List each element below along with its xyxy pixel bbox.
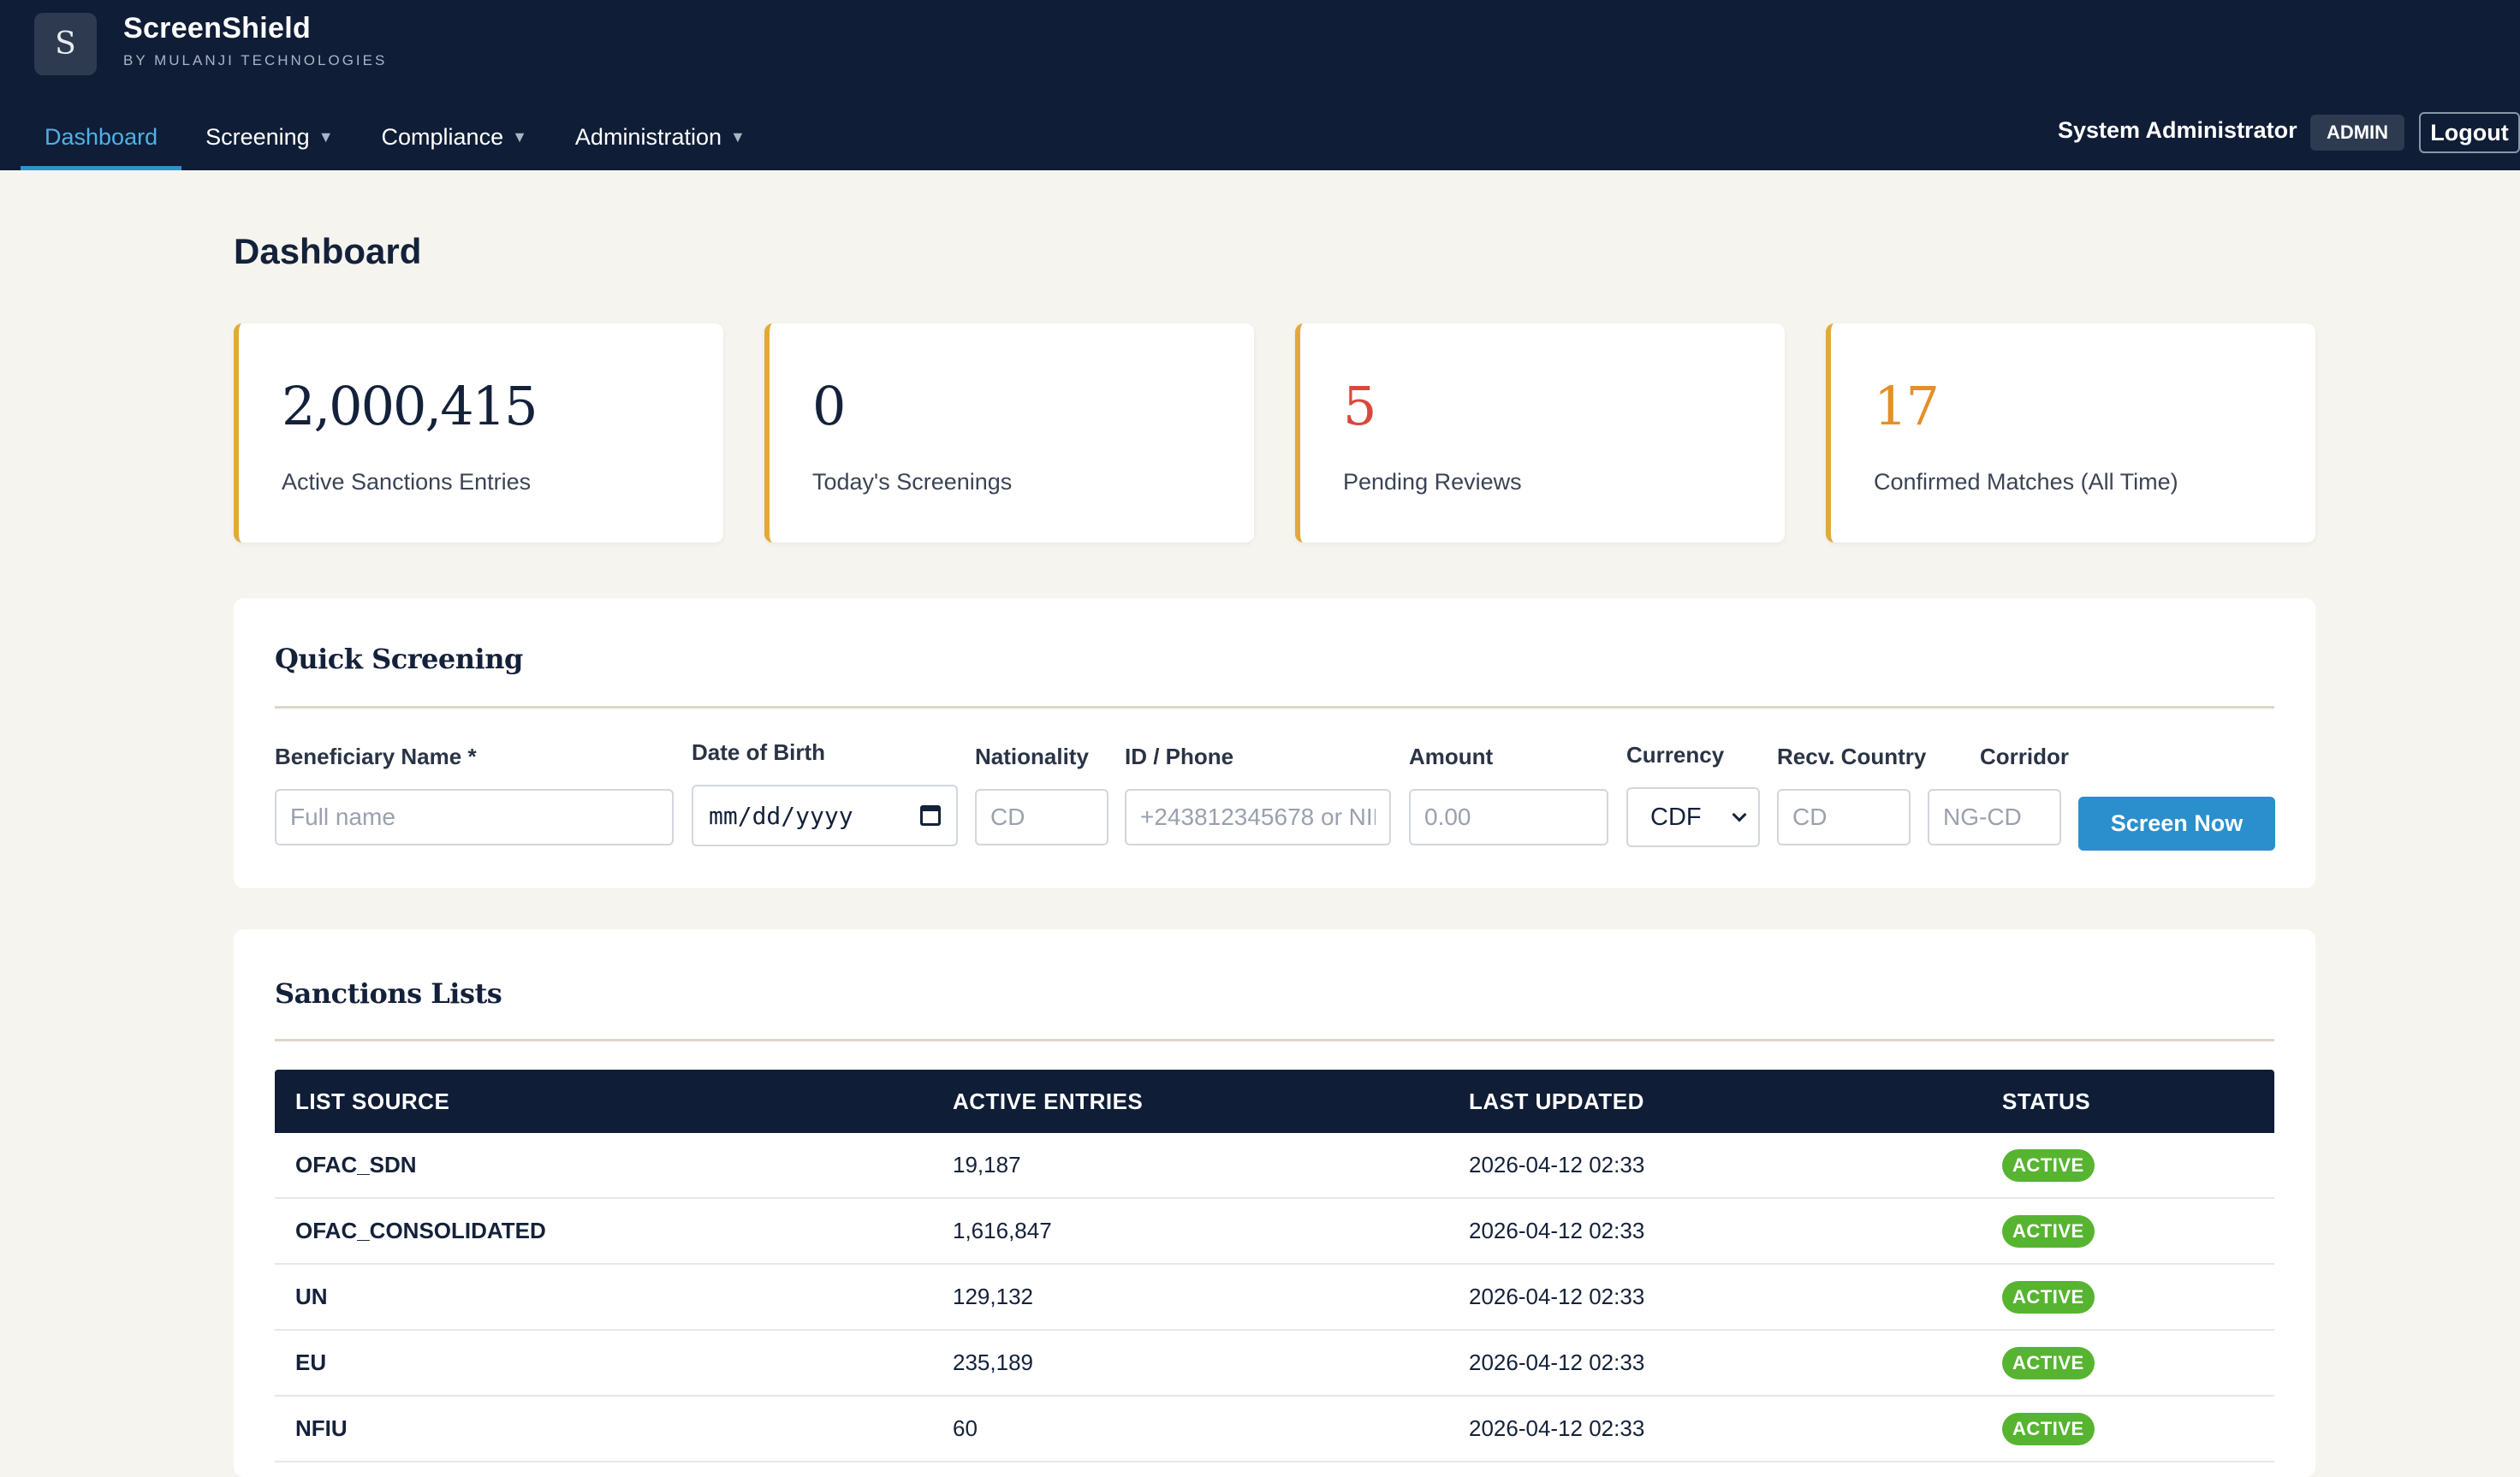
brand-subtitle: BY MULANJI TECHNOLOGIES — [123, 52, 388, 68]
corridor-label: Corridor — [1980, 744, 2069, 769]
status-badge: ACTIVE — [2002, 1346, 2095, 1379]
role-badge: ADMIN — [2310, 115, 2404, 151]
id-phone-label: ID / Phone — [1125, 744, 1234, 769]
column-header-status[interactable]: STATUS — [2002, 1088, 2090, 1115]
stat-label: Active Sanctions Entries — [282, 469, 532, 495]
last-updated-cell: 2026-04-12 02:33 — [1469, 1284, 1645, 1309]
last-updated-cell: 2026-04-12 02:33 — [1469, 1349, 1645, 1375]
active-entries-cell: 129,132 — [953, 1284, 1033, 1309]
id-phone-input[interactable] — [1125, 789, 1391, 845]
currency-select[interactable]: CDF — [1626, 787, 1760, 847]
stat-value: 5 — [1343, 375, 1376, 437]
last-updated-cell: 2026-04-12 02:33 — [1469, 1152, 1645, 1177]
stat-value: 0 — [812, 375, 846, 437]
table-header: LIST SOURCE ACTIVE ENTRIES LAST UPDATED … — [275, 1070, 2274, 1133]
column-header-last-updated[interactable]: LAST UPDATED — [1469, 1088, 1644, 1115]
table-row[interactable]: UN 129,132 2026-04-12 02:33 ACTIVE — [275, 1265, 2274, 1331]
nav-administration[interactable]: Administration ▼ — [551, 104, 770, 170]
active-entries-cell: 60 — [953, 1415, 978, 1441]
amount-input[interactable] — [1409, 789, 1608, 845]
divider — [275, 1039, 2274, 1041]
amount-label: Amount — [1409, 744, 1494, 769]
screen-now-button[interactable]: Screen Now — [2078, 797, 2275, 851]
active-entries-cell: 235,189 — [953, 1349, 1033, 1375]
user-name: System Administrator — [2058, 117, 2297, 143]
table-row[interactable]: NFIU 60 2026-04-12 02:33 ACTIVE — [275, 1397, 2274, 1462]
nav-screening-label: Screening — [205, 124, 310, 150]
currency-label: Currency — [1626, 742, 1725, 768]
column-header-list-source[interactable]: LIST SOURCE — [295, 1088, 449, 1115]
beneficiary-name-label: Beneficiary Name * — [275, 744, 477, 769]
table-row[interactable]: OFAC_SDN 19,187 2026-04-12 02:33 ACTIVE — [275, 1133, 2274, 1199]
page-title: Dashboard — [234, 231, 422, 271]
main-nav: Dashboard Screening ▼ Compliance ▼ Admin… — [21, 104, 770, 170]
calendar-icon[interactable] — [920, 805, 941, 826]
active-entries-cell: 19,187 — [953, 1152, 1021, 1177]
stat-label: Confirmed Matches (All Time) — [1874, 469, 2178, 495]
stat-value: 2,000,415 — [282, 375, 538, 437]
beneficiary-name-input[interactable] — [275, 789, 674, 845]
panel-title: Sanctions Lists — [275, 977, 502, 1010]
chevron-down-icon — [1732, 807, 1747, 822]
status-badge: ACTIVE — [2002, 1280, 2095, 1314]
recv-country-label: Recv. Country — [1777, 744, 1927, 769]
nav-compliance-label: Compliance — [381, 124, 504, 150]
stat-card-active-sanctions: 2,000,415 Active Sanctions Entries — [234, 323, 723, 543]
date-of-birth-input[interactable]: mm/dd/yyyy — [692, 785, 958, 846]
nav-dashboard-label: Dashboard — [45, 124, 158, 150]
table-row[interactable]: OFAC_CONSOLIDATED 1,616,847 2026-04-12 0… — [275, 1199, 2274, 1265]
recv-country-input[interactable] — [1777, 789, 1911, 845]
stat-value: 17 — [1874, 375, 1940, 437]
list-source-cell: EU — [295, 1349, 327, 1375]
status-badge: ACTIVE — [2002, 1214, 2095, 1248]
corridor-input[interactable] — [1928, 789, 2061, 845]
list-source-cell: OFAC_SDN — [295, 1152, 417, 1177]
list-source-cell: OFAC_CONSOLIDATED — [295, 1218, 546, 1243]
divider — [275, 706, 2274, 709]
date-format-text: mm/dd/yyyy — [709, 801, 853, 830]
stat-card-confirmed-matches: 17 Confirmed Matches (All Time) — [1826, 323, 2315, 543]
status-badge: ACTIVE — [2002, 1148, 2095, 1182]
list-source-cell: UN — [295, 1284, 328, 1309]
nationality-input[interactable] — [975, 789, 1108, 845]
stat-label: Pending Reviews — [1343, 469, 1522, 495]
nav-dashboard[interactable]: Dashboard — [21, 104, 182, 170]
sanctions-lists-panel: Sanctions Lists LIST SOURCE ACTIVE ENTRI… — [234, 929, 2315, 1477]
nav-administration-label: Administration — [574, 124, 722, 150]
last-updated-cell: 2026-04-12 02:33 — [1469, 1415, 1645, 1441]
brand-name[interactable]: ScreenShield — [123, 12, 311, 45]
stat-card-todays-screenings: 0 Today's Screenings — [764, 323, 1254, 543]
list-source-cell: NFIU — [295, 1415, 348, 1441]
top-navigation-bar: S ScreenShield BY MULANJI TECHNOLOGIES D… — [0, 0, 2520, 170]
panel-title: Quick Screening — [275, 643, 523, 675]
active-entries-cell: 1,616,847 — [953, 1218, 1052, 1243]
logout-button[interactable]: Logout — [2419, 112, 2520, 153]
nav-compliance[interactable]: Compliance ▼ — [358, 104, 551, 170]
currency-selected-value: CDF — [1650, 803, 1702, 831]
nav-screening[interactable]: Screening ▼ — [181, 104, 357, 170]
chevron-down-icon: ▼ — [318, 128, 334, 145]
status-badge: ACTIVE — [2002, 1412, 2095, 1445]
stat-label: Today's Screenings — [812, 469, 1013, 495]
logo-icon[interactable]: S — [34, 13, 97, 75]
stat-card-pending-reviews: 5 Pending Reviews — [1295, 323, 1785, 543]
table-row[interactable]: EU 235,189 2026-04-12 02:33 ACTIVE — [275, 1331, 2274, 1397]
nationality-label: Nationality — [975, 744, 1089, 769]
last-updated-cell: 2026-04-12 02:33 — [1469, 1218, 1645, 1243]
chevron-down-icon: ▼ — [730, 128, 746, 145]
column-header-active-entries[interactable]: ACTIVE ENTRIES — [953, 1088, 1143, 1115]
quick-screening-panel: Quick Screening Beneficiary Name * Date … — [234, 598, 2315, 888]
date-of-birth-label: Date of Birth — [692, 739, 825, 765]
chevron-down-icon: ▼ — [512, 128, 527, 145]
sanctions-lists-table: LIST SOURCE ACTIVE ENTRIES LAST UPDATED … — [275, 1070, 2274, 1462]
